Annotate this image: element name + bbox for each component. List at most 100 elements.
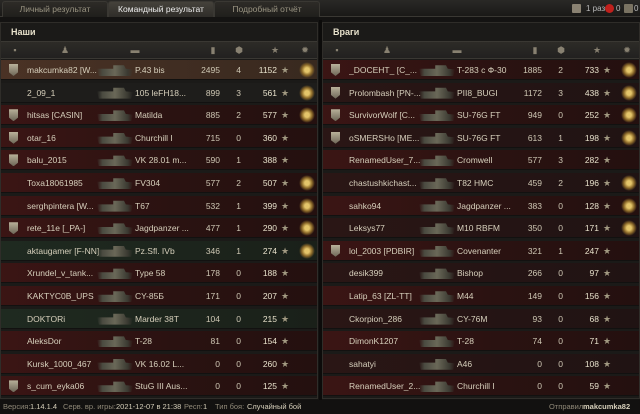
tank-icon: ▬ — [452, 45, 462, 55]
medal-icon[interactable] — [621, 107, 637, 124]
player-row[interactable]: serghpintera [W... T67 532 1 399 ★ — [1, 195, 317, 216]
kills-value: 2 — [558, 178, 563, 188]
medal-icon[interactable] — [621, 84, 637, 101]
damage-value: 74 — [532, 336, 542, 347]
tank-name: 105 leFH18... — [135, 87, 187, 98]
medal-icon[interactable] — [621, 129, 637, 146]
xp-star-icon: ★ — [603, 178, 612, 188]
player-row[interactable]: DimonK1207 T-28 74 0 71 ★ — [323, 331, 639, 352]
medal-icon[interactable] — [621, 220, 637, 237]
player-row[interactable]: _DOCEHT_ [C_... T-283 с Ф-30 1885 2 733 ★ — [323, 60, 639, 80]
damage-value: 350 — [527, 223, 542, 234]
medal-icon[interactable] — [299, 242, 315, 259]
player-row[interactable]: sahatyi A46 0 0 108 ★ — [323, 353, 639, 374]
server-time-value: 2021-12-07 в 21:38 — [116, 402, 182, 411]
player-row[interactable]: KAKTYC0B_UPS CY-85Б 171 0 207 ★ — [1, 286, 317, 306]
medal-icon[interactable] — [299, 175, 315, 191]
medal-icon[interactable] — [299, 62, 315, 78]
player-row[interactable]: s_cum_eyka06 StuG III Aus... 0 0 125 ★ — [1, 376, 317, 397]
battle-type-value: Случайный бой — [247, 402, 302, 411]
player-row[interactable]: Leksys77 M10 RBFM 350 0 171 ★ — [323, 218, 639, 239]
player-row[interactable]: DOKTORi Marder 38T 104 0 215 ★ — [1, 308, 317, 329]
allies-panel: Наши ▪ ♟ ▬ ▮ ⬢ ★ ✹ makcumka82 [W... P.43 bis 249… — [0, 22, 318, 399]
kills-icon: ⬢ — [235, 45, 243, 55]
kills-value: 0 — [558, 313, 563, 324]
xp-star-icon: ★ — [281, 223, 290, 234]
tab-bar: Личный результат Командный результат Под… — [0, 0, 640, 17]
player-row[interactable]: Ckorpion_286 CY-76M 93 0 68 ★ — [323, 308, 639, 329]
clan-badge-icon — [9, 131, 18, 144]
medal-icon[interactable] — [299, 84, 315, 101]
kills-value: 0 — [558, 268, 563, 279]
player-row[interactable]: makcumka82 [W... P.43 bis 2495 4 1152 ★ — [1, 60, 317, 80]
xp-star-icon: ★ — [281, 358, 290, 369]
medal-icon[interactable] — [299, 220, 315, 237]
tank-name: P.43 bis — [135, 65, 165, 75]
xp-value: 125 — [262, 381, 277, 392]
xp-star-icon: ★ — [603, 223, 612, 234]
tab-team[interactable]: Командный результат — [108, 1, 214, 17]
player-row[interactable]: RenamedUser_7... Cromwell 577 3 282 ★ — [323, 150, 639, 171]
xp-value: 438 — [584, 87, 599, 98]
tank-name: Churchill I — [457, 381, 495, 392]
xp-value: 215 — [262, 313, 277, 324]
xp-value: 196 — [584, 178, 599, 188]
tank-name: PII8_BUGI — [457, 87, 498, 98]
xp-value: 247 — [584, 245, 599, 256]
damage-value: 899 — [205, 87, 220, 98]
xp-star-icon: ★ — [603, 245, 612, 256]
medal-icon[interactable] — [621, 197, 637, 214]
xp-star-icon: ★ — [603, 155, 612, 166]
player-row[interactable]: hitsas [CASIN] Matilda 885 2 577 ★ — [1, 105, 317, 126]
player-row[interactable]: oSMERSHo [ME... SU-76G FT 613 1 198 ★ — [323, 127, 639, 148]
allies-title: Наши — [11, 27, 36, 37]
xp-value: 260 — [262, 358, 277, 369]
clan-badge-icon — [9, 154, 18, 167]
folder-icon[interactable] — [572, 4, 581, 13]
xp-star-icon: ★ — [281, 336, 290, 347]
player-row[interactable]: desik399 Bishop 266 0 97 ★ — [323, 263, 639, 284]
tab-detailed[interactable]: Подробный отчёт — [214, 1, 320, 17]
medal-icon[interactable] — [621, 62, 637, 78]
player-row[interactable]: lol_2003 [PDBIR] Covenanter 321 1 247 ★ — [323, 240, 639, 261]
player-row[interactable]: otar_16 Churchill I 715 0 360 ★ — [1, 127, 317, 148]
player-row[interactable]: aktaugamer [F-NN] Pz.Sfl. IVb 346 1 274 ★ — [1, 240, 317, 261]
player-row[interactable]: AleksDor T-28 81 0 154 ★ — [1, 331, 317, 352]
tab-personal[interactable]: Личный результат — [2, 1, 108, 17]
player-row[interactable]: SurvivorWolf [C... SU-76G FT 949 0 252 ★ — [323, 105, 639, 126]
xp-star-icon: ★ — [281, 291, 290, 301]
kills-value: 4 — [236, 65, 241, 75]
medal-icon[interactable] — [299, 107, 315, 124]
player-row[interactable]: Latip_63 [ZL-TT] M44 149 0 156 ★ — [323, 286, 639, 306]
xp-value: 577 — [262, 110, 277, 121]
battle-results-window: Личный результат Командный результат Под… — [0, 0, 640, 414]
kills-value: 0 — [558, 291, 563, 301]
xp-star-icon: ★ — [281, 313, 290, 324]
xp-icon: ★ — [592, 45, 602, 55]
xp-star-icon: ★ — [603, 200, 612, 211]
player-row[interactable]: Prolombash [PN-... PII8_BUGI 1172 3 438 ★ — [323, 82, 639, 103]
player-row[interactable]: sahko94 Jagdpanzer ... 383 0 128 ★ — [323, 195, 639, 216]
medal-icon[interactable] — [621, 175, 637, 191]
player-row[interactable]: RenamedUser_2... Churchill I 0 0 59 ★ — [323, 376, 639, 397]
damage-value: 459 — [527, 178, 542, 188]
player-row[interactable]: balu_2015 VK 28.01 m... 590 1 388 ★ — [1, 150, 317, 171]
kills-value: 0 — [558, 110, 563, 121]
player-row[interactable]: Toxa18061985 FV304 577 2 507 ★ — [1, 173, 317, 193]
xp-value: 59 — [589, 381, 599, 392]
player-row[interactable]: Kursk_1000_467 VK 16.02 L... 0 0 260 ★ — [1, 353, 317, 374]
player-row[interactable]: chastushkichast... T82 HMC 459 2 196 ★ — [323, 173, 639, 193]
tank-name: Cromwell — [457, 155, 493, 166]
player-row[interactable]: rete_11e [_PA-] Jagdpanzer ... 477 1 290 ★ — [1, 218, 317, 239]
damage-value: 346 — [205, 245, 220, 256]
clan-badge-icon — [331, 109, 340, 122]
xp-value: 561 — [262, 87, 277, 98]
damage-value: 715 — [205, 132, 220, 143]
medal-icon[interactable] — [299, 197, 315, 214]
resp-label: Респ: — [184, 402, 203, 411]
player-row[interactable]: 2_09_1 105 leFH18... 899 3 561 ★ — [1, 82, 317, 103]
damage-value: 171 — [205, 291, 220, 301]
tank-name: SU-76G FT — [457, 132, 501, 143]
player-row[interactable]: Xrundel_v_tank... Type 58 178 0 188 ★ — [1, 263, 317, 284]
tank-name: SU-76G FT — [457, 110, 501, 121]
